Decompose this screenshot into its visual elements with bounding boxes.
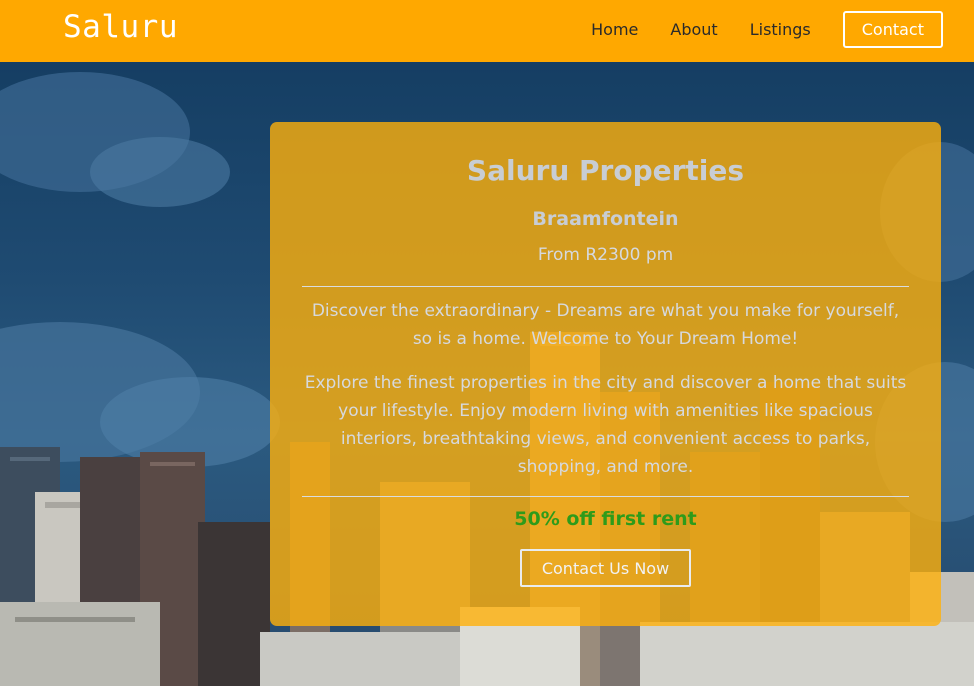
nav-listings-link[interactable]: Listings	[750, 20, 811, 39]
card-title: Saluru Properties	[466, 154, 745, 187]
contact-us-now-button[interactable]: Contact Us Now	[520, 549, 691, 587]
card-intro-text: Discover the extraordinary - Dreams are …	[311, 301, 900, 349]
card-price: From R2300 pm	[537, 245, 674, 265]
card-location: Braamfontein	[532, 208, 679, 230]
nav-links: Home About Listings Contact	[591, 11, 943, 48]
property-card: Saluru Properties Braamfontein From R230…	[270, 122, 941, 626]
nav-about-link[interactable]: About	[670, 20, 717, 39]
card-description-text: Explore the finest properties in the cit…	[304, 373, 907, 477]
card-divider-bottom	[302, 496, 909, 497]
nav-contact-button[interactable]: Contact	[842, 11, 943, 48]
card-divider-top	[302, 286, 909, 287]
card-offer-text: 50% off first rent	[514, 508, 697, 530]
brand-logo[interactable]: Saluru	[63, 9, 178, 45]
navbar: Saluru Home About Listings Contact	[0, 0, 974, 62]
nav-home-link[interactable]: Home	[591, 20, 638, 39]
